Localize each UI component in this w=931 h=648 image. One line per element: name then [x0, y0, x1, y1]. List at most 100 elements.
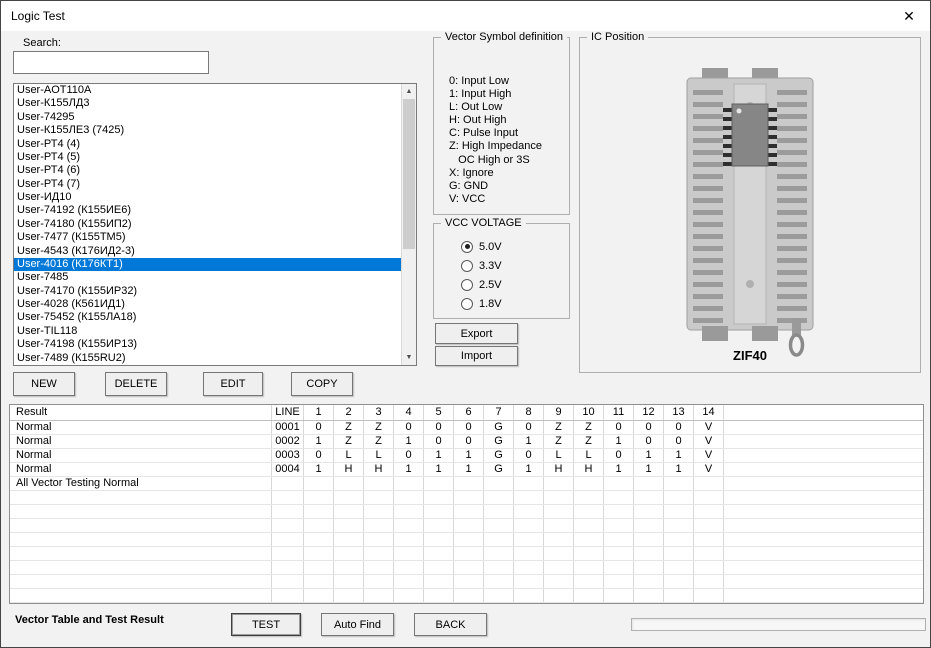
table-cell: [334, 477, 364, 490]
table-cell: [634, 505, 664, 518]
list-item[interactable]: User-4016 (К176КТ1): [14, 258, 401, 271]
list-item[interactable]: User-75452 (К155ЛА18): [14, 311, 401, 324]
list-item[interactable]: User-74198 (К155ИР13): [14, 338, 401, 351]
list-item[interactable]: User-74192 (К155ИЕ6): [14, 204, 401, 217]
table-cell: H: [364, 463, 394, 476]
table-cell: [634, 575, 664, 588]
table-cell: [334, 491, 364, 504]
table-header-cell: 10: [574, 405, 604, 420]
ic-position-group-title: IC Position: [587, 31, 648, 43]
socket-hole: [746, 280, 754, 288]
socket-lever-arm[interactable]: [792, 318, 801, 335]
list-item[interactable]: User-74180 (К155ИП2): [14, 218, 401, 231]
table-cell: [454, 589, 484, 602]
edit-button[interactable]: EDIT: [203, 372, 263, 396]
table-cell: [574, 533, 604, 546]
table-cell: [664, 533, 694, 546]
list-item[interactable]: User-РТ4 (4): [14, 138, 401, 151]
table-row[interactable]: Normal00010ZZ000G0ZZ000V: [10, 421, 923, 435]
table-header-cell: 6: [454, 405, 484, 420]
device-list-scrollbar[interactable]: ▲ ▼: [401, 84, 416, 365]
list-item[interactable]: User-К155ЛД3: [14, 97, 401, 110]
table-row[interactable]: Normal00030LL011G0LL011V: [10, 449, 923, 463]
table-cell: [334, 547, 364, 560]
table-cell: [394, 491, 424, 504]
export-button[interactable]: Export: [435, 323, 518, 344]
table-cell: G: [484, 449, 514, 462]
list-item[interactable]: User-РТ4 (6): [14, 164, 401, 177]
table-cell: 0001: [272, 421, 304, 434]
progress-bar: [631, 618, 926, 631]
table-cell: [724, 449, 923, 462]
list-item[interactable]: User-74170 (К155ИР32): [14, 285, 401, 298]
scroll-down-icon[interactable]: ▼: [402, 350, 416, 365]
vector-symbol-group: Vector Symbol definition 0: Input Low1: …: [433, 37, 570, 215]
scroll-up-icon[interactable]: ▲: [402, 84, 416, 99]
list-item[interactable]: User-ИД10: [14, 191, 401, 204]
table-cell: Z: [544, 435, 574, 448]
table-summary-row[interactable]: All Vector Testing Normal: [10, 477, 923, 491]
device-list[interactable]: User-AOT110AUser-К155ЛД3User-74295User-К…: [13, 83, 417, 366]
table-cell: [484, 505, 514, 518]
vector-symbol-line: X: Ignore: [449, 167, 567, 180]
table-cell: 1: [634, 463, 664, 476]
test-button[interactable]: TEST: [231, 613, 301, 636]
vcc-option-2[interactable]: 2.5V: [461, 275, 565, 294]
vcc-option-0[interactable]: 5.0V: [461, 237, 565, 256]
table-cell: [272, 589, 304, 602]
table-header-cell: [724, 405, 923, 420]
table-cell: [574, 491, 604, 504]
table-cell: H: [544, 463, 574, 476]
copy-button[interactable]: COPY: [291, 372, 353, 396]
table-cell: Z: [334, 435, 364, 448]
table-cell: 0: [304, 421, 334, 434]
list-item[interactable]: User-7485: [14, 271, 401, 284]
radio-icon: [461, 260, 473, 272]
new-button[interactable]: NEW: [13, 372, 75, 396]
table-cell: [514, 477, 544, 490]
list-item[interactable]: User-7477 (К155ТМ5): [14, 231, 401, 244]
table-cell: [664, 589, 694, 602]
table-cell: [454, 561, 484, 574]
list-item[interactable]: User-К155ЛЕ3 (7425): [14, 124, 401, 137]
list-item[interactable]: User-РТ4 (5): [14, 151, 401, 164]
table-cell: [724, 519, 923, 532]
list-item[interactable]: User-AOT110A: [14, 84, 401, 97]
list-item[interactable]: User-7489 (К155RU2): [14, 352, 401, 365]
list-item[interactable]: User-TIL118: [14, 325, 401, 338]
table-cell: [424, 575, 454, 588]
table-cell: [304, 575, 334, 588]
back-button[interactable]: BACK: [414, 613, 487, 636]
table-header-cell: Result: [10, 405, 272, 420]
table-cell: 1: [604, 463, 634, 476]
vector-table[interactable]: ResultLINE1234567891011121314 Normal0001…: [9, 404, 924, 604]
list-item[interactable]: User-74295: [14, 111, 401, 124]
table-header-cell: 9: [544, 405, 574, 420]
table-cell: [272, 477, 304, 490]
table-cell: [694, 589, 724, 602]
table-row[interactable]: Normal00041HH111G1HH111V: [10, 463, 923, 477]
list-item[interactable]: User-РТ4 (7): [14, 178, 401, 191]
vector-symbol-line: 1: Input High: [449, 88, 567, 101]
table-cell: [10, 505, 272, 518]
table-row[interactable]: Normal00021ZZ100G1ZZ100V: [10, 435, 923, 449]
import-button[interactable]: Import: [435, 346, 518, 366]
vcc-option-1[interactable]: 3.3V: [461, 256, 565, 275]
table-cell: [724, 463, 923, 476]
table-cell: [544, 519, 574, 532]
close-button[interactable]: ✕: [888, 1, 930, 31]
auto-find-button[interactable]: Auto Find: [321, 613, 394, 636]
table-cell: [272, 491, 304, 504]
table-cell: [544, 575, 574, 588]
vcc-option-3[interactable]: 1.8V: [461, 294, 565, 313]
list-item[interactable]: User-4028 (К561ИД1): [14, 298, 401, 311]
table-cell: [664, 575, 694, 588]
list-item[interactable]: User-4543 (К176ИД2-3): [14, 245, 401, 258]
table-cell: [454, 533, 484, 546]
scrollbar-thumb[interactable]: [403, 99, 415, 249]
table-cell: G: [484, 435, 514, 448]
table-cell: [484, 491, 514, 504]
table-header-cell: 5: [424, 405, 454, 420]
delete-button[interactable]: DELETE: [105, 372, 167, 396]
search-input[interactable]: [13, 51, 209, 74]
